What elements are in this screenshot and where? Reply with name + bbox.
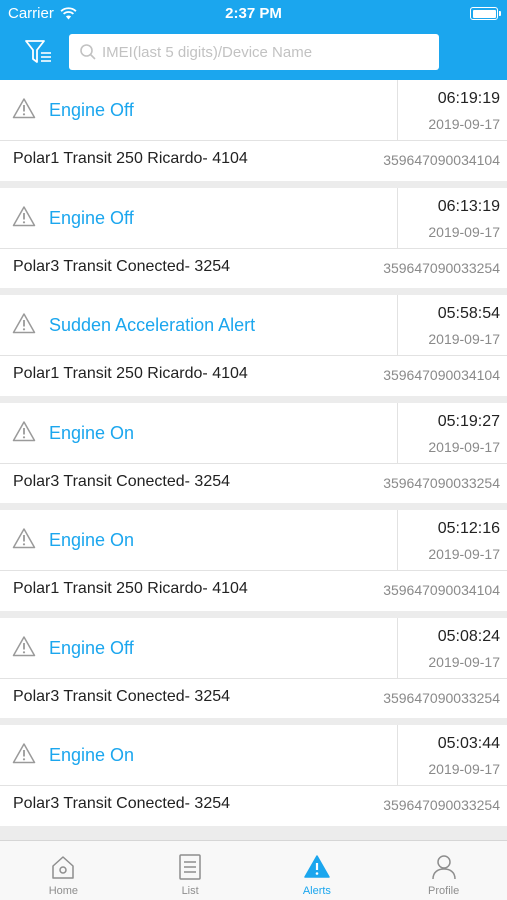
- warning-icon: [12, 528, 36, 549]
- alert-type: Engine Off: [49, 637, 134, 658]
- alert-type: Engine On: [49, 422, 135, 443]
- alert-list[interactable]: Engine Off 06:19:19 2019-09-17 Polar1 Tr…: [0, 80, 507, 840]
- alert-header-row: Engine Off 06:13:19 2019-09-17: [0, 187, 507, 249]
- warning-icon: [12, 313, 36, 334]
- device-imei: 359647090033254: [383, 259, 500, 276]
- alert-time: 05:12:16: [437, 520, 500, 537]
- alert-time: 06:19:19: [437, 90, 500, 107]
- tab-profile[interactable]: Profile: [380, 841, 507, 900]
- warning-icon: [12, 743, 36, 764]
- device-name: Polar3 Transit Conected- 3254: [13, 795, 231, 812]
- alert-time: 05:19:27: [437, 412, 500, 430]
- device-name: Polar1 Transit 250 Ricardo- 4104: [13, 150, 248, 167]
- filter-icon: [25, 40, 51, 63]
- alert-card[interactable]: Engine On 05:19:27 2019-09-17 Polar3 Tra…: [0, 402, 507, 510]
- tab-alerts-label: Alerts: [302, 885, 331, 897]
- status-time: 2:37 PM: [225, 5, 282, 22]
- search-icon: [80, 44, 96, 60]
- alert-time: 05:03:44: [437, 735, 500, 752]
- tab-list-label: List: [181, 885, 199, 897]
- search-input[interactable]: [102, 43, 431, 61]
- alert-header-row: Sudden Acceleration Alert 05:58:54 2019-…: [0, 295, 507, 356]
- alert-date: 2019-09-17: [428, 331, 500, 347]
- battery-icon: [470, 7, 501, 20]
- alert-card[interactable]: Sudden Acceleration Alert 05:58:54 2019-…: [0, 295, 507, 403]
- alert-time-cell: 05:08:24 2019-09-17: [397, 617, 507, 679]
- alert-card[interactable]: Engine On 05:12:16 2019-09-17 Polar1 Tra…: [0, 510, 507, 618]
- device-imei: 359647090033254: [383, 797, 500, 813]
- alert-icon: [304, 855, 330, 878]
- tab-alerts[interactable]: Alerts: [254, 841, 381, 900]
- device-imei: 359647090034104: [383, 152, 500, 168]
- alert-header-row: Engine On 05:03:44 2019-09-17: [0, 725, 507, 786]
- tab-profile-label: Profile: [428, 885, 460, 897]
- search-box[interactable]: [69, 34, 439, 70]
- alert-date: 2019-09-17: [428, 761, 500, 777]
- device-name: Polar3 Transit Conected- 3254: [13, 257, 231, 275]
- alert-time-cell: 05:03:44 2019-09-17: [397, 725, 507, 786]
- alert-time-cell: 05:58:54 2019-09-17: [397, 295, 507, 356]
- app-header: Carrier 2:37 PM: [0, 0, 507, 80]
- tab-bar: Home List Alerts Profile: [0, 840, 507, 900]
- device-imei: 359647090033254: [383, 689, 500, 706]
- alert-card[interactable]: Engine Off 05:08:24 2019-09-17 Polar3 Tr…: [0, 617, 507, 725]
- device-imei: 359647090034104: [383, 582, 500, 598]
- device-name: Polar3 Transit Conected- 3254: [13, 472, 231, 490]
- alert-time: 05:08:24: [437, 627, 500, 645]
- status-bar: Carrier 2:37 PM: [0, 0, 507, 28]
- device-imei: 359647090034104: [383, 367, 500, 383]
- device-name: Polar1 Transit 250 Ricardo- 4104: [13, 580, 248, 597]
- alert-header-row: Engine Off 05:08:24 2019-09-17: [0, 617, 507, 679]
- profile-icon: [431, 855, 456, 880]
- alert-date: 2019-09-17: [428, 653, 500, 670]
- alert-type: Sudden Acceleration Alert: [49, 315, 256, 335]
- alert-card[interactable]: Engine On 05:03:44 2019-09-17 Polar3 Tra…: [0, 725, 507, 833]
- warning-icon: [12, 98, 36, 119]
- alert-type: Engine Off: [49, 207, 134, 228]
- device-imei: 359647090033254: [383, 474, 500, 491]
- alert-date: 2019-09-17: [428, 223, 500, 240]
- warning-icon: [12, 420, 36, 441]
- alert-type: Engine Off: [49, 100, 134, 120]
- alert-header-row: Engine On 05:12:16 2019-09-17: [0, 510, 507, 571]
- alert-time: 06:13:19: [437, 197, 500, 215]
- device-name: Polar1 Transit 250 Ricardo- 4104: [13, 365, 248, 382]
- alert-time-cell: 06:19:19 2019-09-17: [397, 80, 507, 141]
- tab-home-label: Home: [48, 885, 79, 897]
- alert-card[interactable]: Engine Off 06:19:19 2019-09-17 Polar1 Tr…: [0, 80, 507, 188]
- alert-date: 2019-09-17: [428, 546, 500, 562]
- warning-icon: [12, 635, 36, 656]
- home-icon: [52, 856, 75, 879]
- alert-header-row: Engine On 05:19:27 2019-09-17: [0, 402, 507, 464]
- alert-date: 2019-09-17: [428, 438, 500, 455]
- alert-date: 2019-09-17: [428, 116, 500, 132]
- alert-type: Engine On: [49, 745, 135, 765]
- alert-time-cell: 06:13:19 2019-09-17: [397, 187, 507, 249]
- alert-time-cell: 05:12:16 2019-09-17: [397, 510, 507, 571]
- tab-home[interactable]: Home: [0, 841, 127, 900]
- tab-list[interactable]: List: [127, 841, 254, 900]
- alert-time-cell: 05:19:27 2019-09-17: [397, 402, 507, 464]
- filter-button[interactable]: [24, 38, 54, 66]
- alert-header-row: Engine Off 06:19:19 2019-09-17: [0, 80, 507, 141]
- alert-card[interactable]: Engine Off 06:13:19 2019-09-17 Polar3 Tr…: [0, 187, 507, 295]
- list-icon: [179, 854, 201, 880]
- device-name: Polar3 Transit Conected- 3254: [13, 687, 231, 705]
- warning-icon: [12, 205, 36, 226]
- alert-time: 05:58:54: [437, 305, 500, 322]
- alert-type: Engine On: [49, 530, 135, 550]
